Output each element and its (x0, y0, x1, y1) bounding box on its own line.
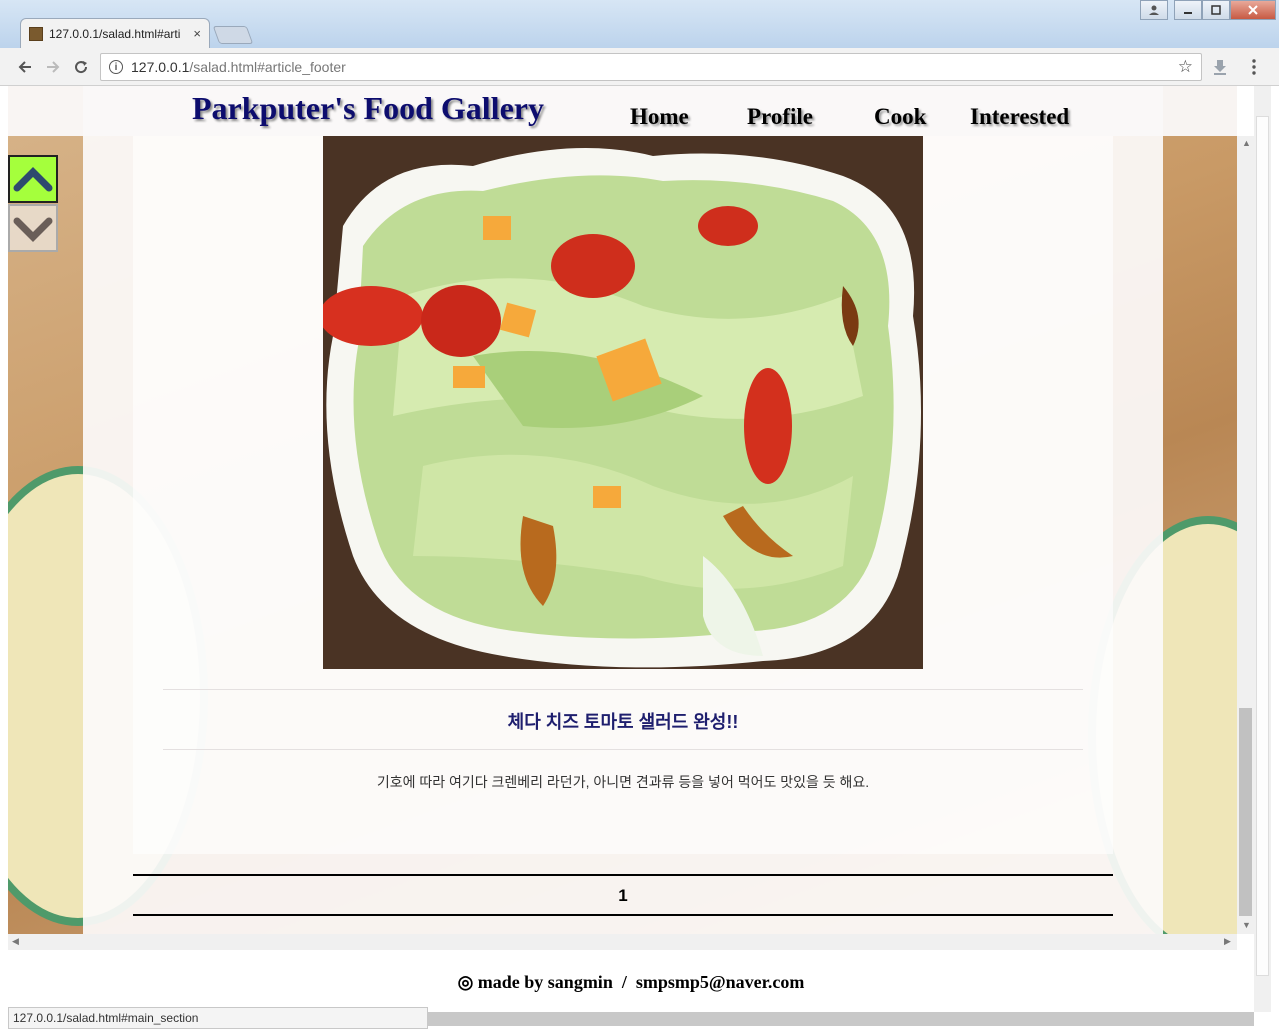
inner-vertical-scrollbar[interactable]: ▲ ▼ (1237, 136, 1254, 934)
scroll-right-arrow-icon[interactable]: ▶ (1224, 936, 1231, 947)
info-icon[interactable]: i (109, 60, 123, 74)
status-bar: 127.0.0.1/salad.html#main_section (8, 1007, 428, 1029)
user-icon[interactable] (1140, 0, 1168, 20)
tab-close-icon[interactable]: × (193, 26, 201, 41)
outer-vertical-scrollbar[interactable] (1254, 86, 1271, 1012)
browser-toolbar: i 127.0.0.1/salad.html#article_footer ☆ (0, 48, 1279, 86)
browser-tab[interactable]: 127.0.0.1/salad.html#arti × (20, 18, 210, 48)
copyright-circle-icon: ◎ (457, 972, 474, 992)
bottom-horizontal-scrollbar[interactable] (428, 1012, 1254, 1026)
download-icon[interactable] (1209, 56, 1231, 78)
chevron-up-icon (13, 167, 53, 192)
bookmark-star-icon[interactable]: ☆ (1178, 57, 1193, 77)
nav-cook[interactable]: Cook (874, 104, 926, 130)
pager-bottom-line (133, 914, 1113, 916)
divider-top (163, 689, 1083, 690)
menu-dots-icon[interactable] (1243, 56, 1265, 78)
back-arrow-icon[interactable] (14, 56, 36, 78)
minimize-icon[interactable] (1174, 0, 1202, 20)
scroll-up-arrow-icon[interactable]: ▲ (1242, 138, 1251, 148)
nav-home[interactable]: Home (630, 104, 689, 130)
scroll-down-button[interactable] (8, 204, 58, 252)
nav-profile[interactable]: Profile (747, 104, 813, 130)
page-viewport: Parkputer's Food Gallery Home Profile Co… (8, 86, 1237, 934)
divider-bottom (163, 749, 1083, 750)
page-number[interactable]: 1 (133, 886, 1113, 906)
pager-top-line (133, 874, 1113, 876)
forward-arrow-icon[interactable] (42, 56, 64, 78)
site-header: Parkputer's Food Gallery Home Profile Co… (8, 86, 1237, 136)
address-bar[interactable]: i 127.0.0.1/salad.html#article_footer ☆ (100, 53, 1202, 81)
scroll-down-arrow-icon[interactable]: ▼ (1242, 920, 1251, 930)
reload-icon[interactable] (70, 56, 92, 78)
tab-title: 127.0.0.1/salad.html#arti (49, 26, 181, 41)
article-text: 기호에 따라 여기다 크렌베리 라던가, 아니면 견과류 등을 넣어 먹어도 맛… (376, 774, 870, 790)
url-path: /salad.html#article_footer (189, 59, 346, 75)
article-title: 체다 치즈 토마토 샐러드 완성!! (507, 712, 739, 732)
new-tab-button[interactable] (212, 26, 254, 44)
close-window-icon[interactable] (1230, 0, 1276, 20)
salad-photo (323, 136, 923, 669)
scroll-left-arrow-icon[interactable]: ◀ (12, 936, 19, 947)
chevron-down-icon (13, 217, 53, 242)
window-controls (1140, 0, 1168, 20)
inner-horizontal-scrollbar[interactable]: ◀ ▶ (8, 934, 1237, 950)
outer-scroll-thumb[interactable] (1256, 116, 1269, 976)
footer-text: made by sangmin / smpsmp5@naver.com (477, 972, 805, 992)
browser-titlebar: 127.0.0.1/salad.html#arti × (0, 0, 1279, 48)
scroll-up-button[interactable] (8, 155, 58, 203)
inner-scroll-thumb[interactable] (1239, 708, 1252, 916)
favicon-icon (29, 26, 43, 41)
site-logo[interactable]: Parkputer's Food Gallery (192, 90, 544, 127)
site-footer: ◎ made by sangmin / smpsmp5@naver.com (8, 950, 1254, 1012)
maximize-icon[interactable] (1202, 0, 1230, 20)
nav-interested[interactable]: Interested (970, 104, 1069, 130)
url-host: 127.0.0.1 (131, 59, 190, 75)
window-buttons (1174, 0, 1276, 20)
